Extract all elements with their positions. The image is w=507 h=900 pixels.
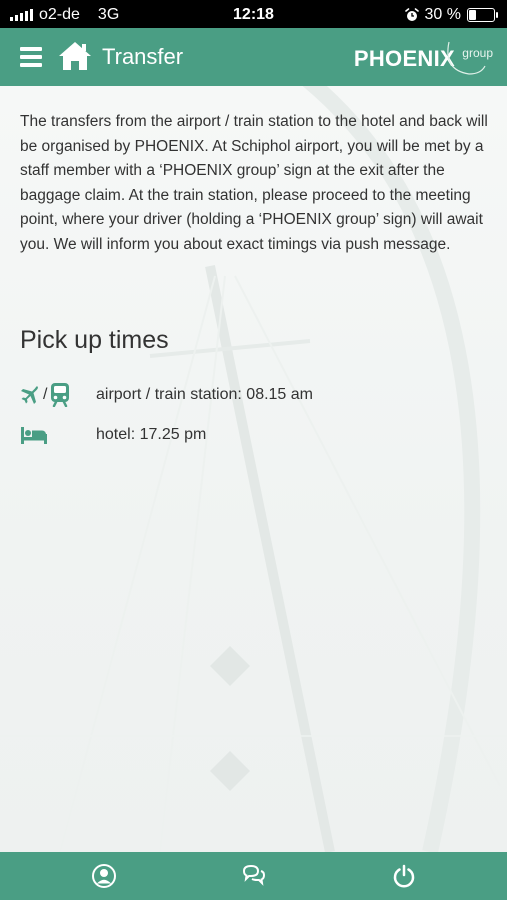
brand-logo: PHOENIX group bbox=[343, 41, 493, 76]
home-icon[interactable] bbox=[58, 40, 92, 72]
page-title: Transfer bbox=[102, 44, 184, 69]
brand-name: PHOENIX bbox=[353, 46, 455, 71]
pickup-time-airport: airport / train station: 08.15 am bbox=[96, 386, 313, 403]
chat-icon[interactable] bbox=[241, 863, 267, 889]
alarm-icon bbox=[404, 8, 419, 21]
bottom-nav bbox=[0, 852, 507, 900]
app-header: Transfer PHOENIX group bbox=[0, 28, 507, 86]
pickup-row-icons: / bbox=[20, 383, 96, 407]
battery-fill bbox=[469, 10, 477, 20]
transfer-description: The transfers from the airport / train s… bbox=[20, 113, 488, 253]
train-icon bbox=[51, 383, 70, 407]
status-right: 30 % bbox=[404, 6, 498, 24]
section-title: Pick up times bbox=[20, 326, 169, 354]
battery-icon bbox=[467, 8, 498, 22]
status-bar: o2-de 3G 12:18 30 % bbox=[0, 0, 507, 28]
icon-separator: / bbox=[43, 386, 48, 403]
brand-subtitle: group bbox=[462, 46, 493, 60]
bed-icon bbox=[21, 427, 47, 444]
pickup-row-icons bbox=[20, 425, 96, 445]
power-icon[interactable] bbox=[391, 863, 417, 889]
main-content: The transfers from the airport / train s… bbox=[0, 86, 507, 852]
menu-icon[interactable] bbox=[20, 47, 42, 67]
battery-percent: 30 % bbox=[424, 6, 461, 23]
pickup-row-hotel: hotel: 17.25 pm bbox=[20, 422, 206, 448]
airplane-icon bbox=[21, 386, 38, 404]
pickup-row-airport: / airport / train station: 08.15 am bbox=[20, 382, 313, 408]
pickup-time-hotel: hotel: 17.25 pm bbox=[96, 426, 207, 443]
profile-icon[interactable] bbox=[91, 863, 117, 889]
